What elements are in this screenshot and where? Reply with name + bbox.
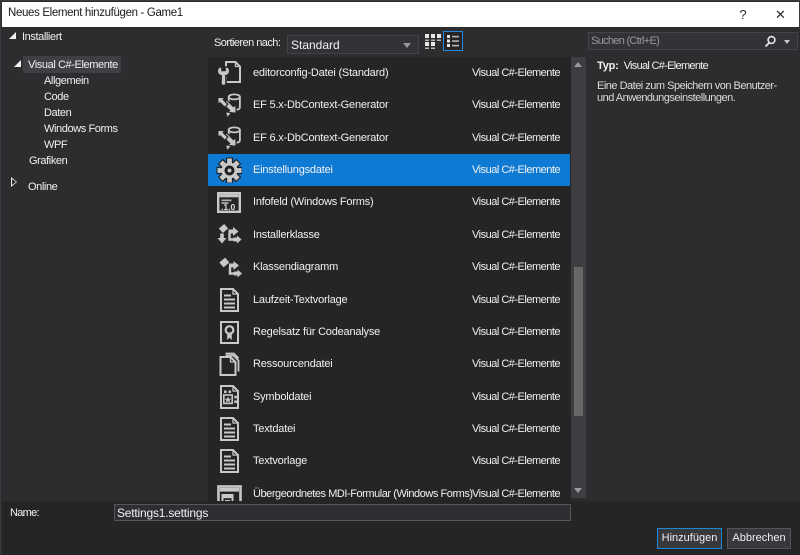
svg-text:.1.0: .1.0	[221, 202, 235, 212]
